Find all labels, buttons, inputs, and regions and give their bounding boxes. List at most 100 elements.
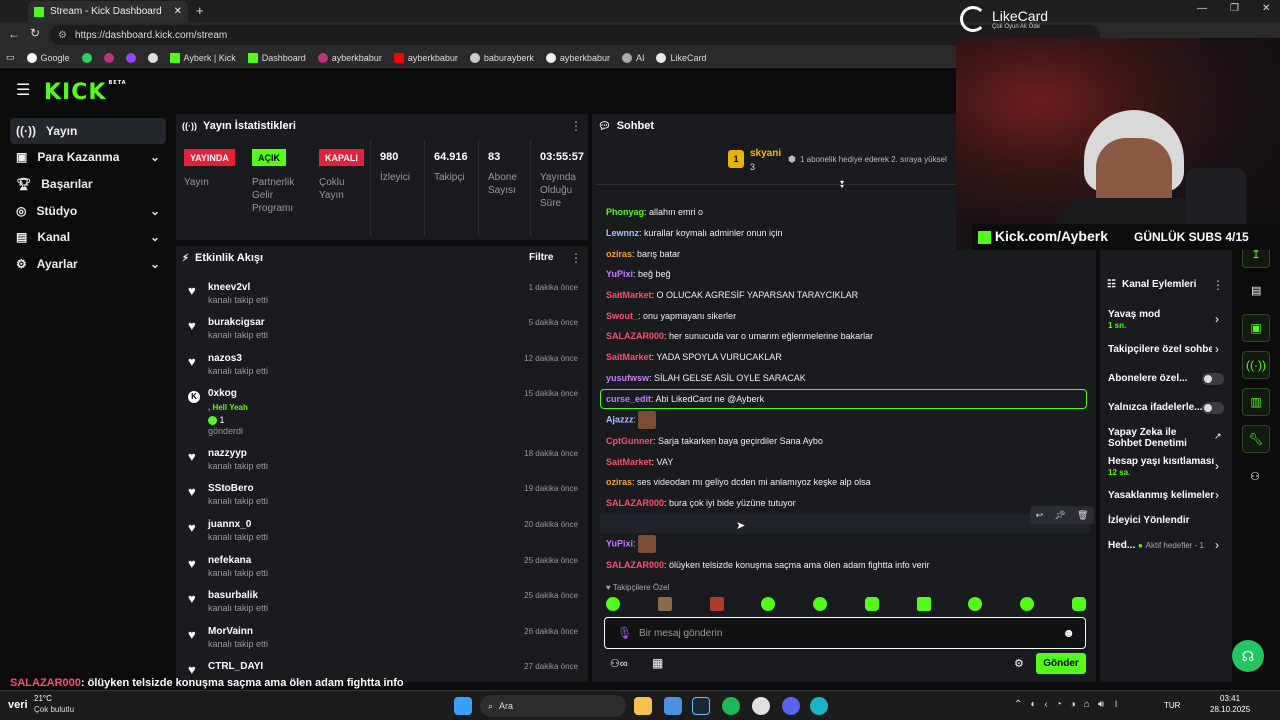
action-followers-only[interactable]: Takipçilere özel sohbet [1108, 344, 1212, 355]
action-ai-moderation[interactable]: Yapay Zeka ile Sohbet Denetimi [1108, 427, 1208, 449]
steam-icon[interactable] [692, 697, 710, 715]
action-raid[interactable]: İzleyici Yönlendir [1108, 515, 1190, 526]
microphone-icon[interactable]: 🎙︎ [617, 626, 632, 640]
chat-username[interactable]: oziras [606, 477, 632, 487]
filter-button[interactable]: Filtre [529, 252, 553, 263]
sidebar-item-studyo[interactable]: ◎ Stüdyo ⌄ [10, 198, 166, 224]
action-subscribers-only[interactable]: Abonelere özel... [1108, 373, 1187, 384]
bookmark-star[interactable] [147, 52, 158, 63]
bookmark-likecard[interactable]: LikeCard [656, 52, 707, 63]
emote-icon[interactable] [1071, 597, 1086, 611]
pinned-leaderboard[interactable]: 1 skyani 3 ⬢ 1 abonelik hediye ederek 2.… [726, 146, 956, 176]
sidebar-item-kanal[interactable]: ▤ Kanal ⌄ [10, 224, 166, 250]
chat-username[interactable]: SALAZAR000 [606, 498, 664, 508]
rail-button-tools[interactable]: 🔧︎ [1242, 425, 1270, 453]
emote-icon[interactable] [864, 597, 879, 611]
delete-icon[interactable]: 🗑︎ [1077, 510, 1088, 521]
site-info-icon[interactable]: ⚙ [58, 30, 67, 41]
clock-time[interactable]: 03:41 [1220, 694, 1240, 703]
store-icon[interactable]: ▦ [652, 656, 663, 670]
rail-button-chat[interactable]: ▣ [1242, 314, 1270, 342]
spotify-icon[interactable] [722, 697, 740, 715]
kick-logo[interactable]: KICK BETA [44, 80, 127, 105]
back-icon[interactable]: ← [8, 27, 20, 41]
chat-username[interactable]: SaitMarket [606, 290, 652, 300]
chat-username[interactable]: SALAZAR000 [606, 560, 664, 570]
file-explorer-icon[interactable] [634, 697, 652, 715]
weather-temp[interactable]: 21°C [34, 694, 52, 703]
url-field[interactable]: ⚙ https://dashboard.kick.com/stream [50, 25, 1100, 45]
maximize-icon[interactable]: ❐ [1230, 3, 1239, 14]
language-indicator[interactable]: TUR [1164, 701, 1180, 710]
sidebar-item-ayarlar[interactable]: ⚙ Ayarlar ⌄ [10, 251, 166, 277]
activity-more-icon[interactable]: ⋮ [570, 251, 582, 265]
bookmark-whatsapp[interactable] [81, 52, 92, 63]
bookmark-dashboard[interactable]: Dashboard [247, 52, 306, 63]
channel-actions-more-icon[interactable]: ⋮ [1212, 278, 1224, 292]
bookmark-instagram[interactable] [103, 52, 114, 63]
bookmark-google[interactable]: Google [26, 52, 70, 63]
bookmark-x[interactable]: baburayberk [469, 52, 534, 63]
reload-icon[interactable]: ↻ [30, 26, 40, 40]
emote-icon[interactable] [1020, 597, 1035, 611]
emote-icon[interactable] [968, 597, 983, 611]
sidebar-item-yayin[interactable]: ((·)) Yayın [10, 118, 166, 144]
new-tab-icon[interactable]: + [196, 3, 204, 18]
chat-username[interactable]: Phonyag [606, 207, 644, 217]
send-button[interactable]: Gönder [1036, 653, 1086, 674]
chat-username[interactable]: Swout_ [606, 311, 638, 321]
tray-icons[interactable]: ⌃◐‹◔◑⌂🔊︎⏽ [1014, 699, 1128, 710]
scroll-down-icon[interactable]: ⏬︎ [840, 180, 845, 191]
emote-icon[interactable] [813, 597, 828, 611]
bookmark-ayberk-kick[interactable]: Ayberk | Kick [169, 52, 236, 63]
close-window-icon[interactable]: ✕ [1262, 3, 1270, 14]
emotes-only-toggle[interactable] [1202, 402, 1224, 414]
chat-username[interactable]: Ajazzz [606, 414, 634, 424]
edge-icon[interactable] [810, 697, 828, 715]
taskbar-search[interactable]: ⌕ Ara [480, 695, 626, 717]
rail-button-broadcast[interactable]: ((·)) [1242, 351, 1270, 379]
chat-username[interactable]: YuPixi [606, 269, 633, 279]
emote-icon[interactable] [606, 597, 620, 611]
subscribers-only-toggle[interactable] [1202, 373, 1224, 385]
bookmark-twitch[interactable] [125, 52, 136, 63]
chat-username[interactable]: SALAZAR000 [606, 331, 664, 341]
chat-input[interactable]: 🎙︎ Bir mesaj gönderin ☻ [604, 617, 1086, 649]
action-slow-mode[interactable]: Yavaş mod 1 sn. [1108, 309, 1160, 331]
reply-icon[interactable]: ↩ [1036, 510, 1044, 521]
action-banned-words[interactable]: Yasaklanmış kelimeler [1108, 490, 1214, 501]
emoji-picker-icon[interactable]: ☻ [1062, 626, 1075, 640]
chat-username[interactable]: SaitMarket [606, 457, 652, 467]
action-emotes-only[interactable]: Yalnızca ifadelerle... [1108, 402, 1203, 413]
chat-username[interactable]: oziras [606, 249, 632, 259]
bookmark-tiktok[interactable]: ayberkbabur [545, 52, 610, 63]
action-account-age[interactable]: Hesap yaşı kısıtlaması 12 sa. [1108, 456, 1214, 478]
hamburger-menu-icon[interactable]: ☰ [16, 80, 30, 100]
chat-username[interactable]: Lewnnz [606, 228, 639, 238]
rail-button-stats[interactable]: ▥ [1242, 388, 1270, 416]
chrome-icon[interactable] [752, 697, 770, 715]
action-goals[interactable]: Hed... ● Aktif hedefler - 1 [1108, 540, 1204, 551]
close-tab-icon[interactable]: ✕ [174, 6, 182, 17]
sidebar-item-para-kazanma[interactable]: ▣ Para Kazanma ⌄ [10, 144, 166, 170]
users-icon[interactable]: ⚇ [1250, 470, 1260, 483]
chat-username[interactable]: CptGunner [606, 436, 653, 446]
sidebar-item-basarilar[interactable]: 🏆︎ Başarılar [10, 171, 166, 197]
windows-start-icon[interactable] [454, 697, 472, 715]
chat-username[interactable]: SaitMarket [606, 352, 652, 362]
emote-icon[interactable] [709, 597, 724, 611]
stats-more-icon[interactable]: ⋮ [570, 119, 582, 133]
emote-icon[interactable] [916, 597, 931, 611]
bookmark-instagram-ayberkbabur[interactable]: ayberkbabur [317, 52, 382, 63]
chat-username[interactable]: YuPixi [606, 538, 633, 548]
store-icon[interactable] [664, 697, 682, 715]
users-icon[interactable]: ⚇∞ [610, 657, 628, 670]
minimize-icon[interactable]: — [1197, 3, 1207, 14]
clock-date[interactable]: 28.10.2025 [1210, 705, 1250, 714]
emote-icon[interactable] [761, 597, 776, 611]
pin-icon[interactable]: 📌︎ [1054, 510, 1065, 521]
emote-icon[interactable] [657, 597, 672, 611]
bookmark-youtube[interactable]: ayberkbabur [393, 52, 458, 63]
bookmark-ai[interactable]: AI [621, 52, 644, 63]
browser-tab[interactable]: Stream - Kick Dashboard ✕ [28, 1, 188, 22]
